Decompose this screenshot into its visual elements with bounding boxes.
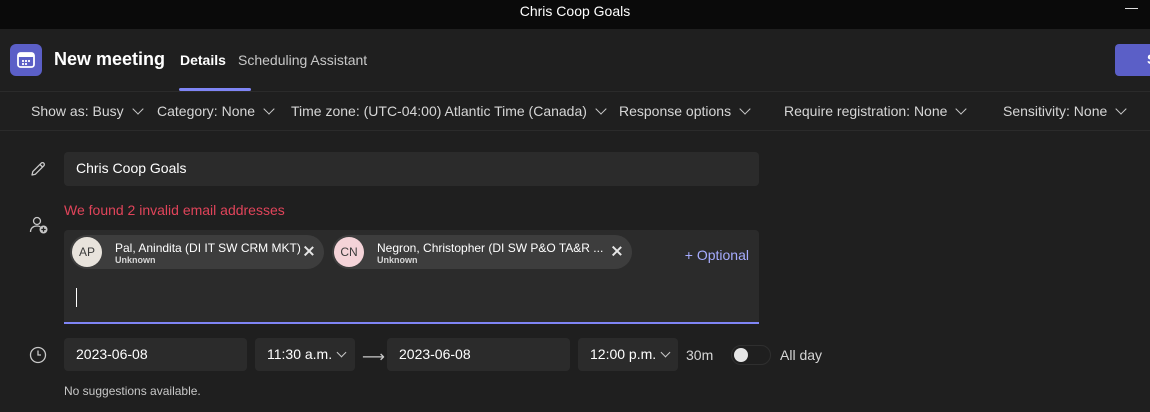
attendees-field[interactable]: AP Pal, Anindita (DI IT SW CRM MKT) Unkn… xyxy=(64,230,759,324)
time-zone-dropdown[interactable]: Time zone: (UTC-04:00) Atlantic Time (Ca… xyxy=(291,103,607,119)
start-time-value: 11:30 a.m. xyxy=(267,346,333,362)
add-person-icon xyxy=(28,214,50,241)
tab-scheduling-assistant[interactable]: Scheduling Assistant xyxy=(238,52,367,68)
chevron-down-icon xyxy=(660,347,671,358)
remove-icon[interactable] xyxy=(610,244,624,258)
meeting-header: New meeting Details Scheduling Assistant… xyxy=(0,29,1150,91)
start-time-picker[interactable]: 11:30 a.m. xyxy=(255,338,355,371)
attendee-chip[interactable]: AP Pal, Anindita (DI IT SW CRM MKT) Unkn… xyxy=(70,235,324,269)
toggle-knob xyxy=(734,348,748,362)
attendee-chip[interactable]: CN Negron, Christopher (DI SW P&O TA&R .… xyxy=(332,235,632,269)
chevron-down-icon xyxy=(336,347,347,358)
chevron-down-icon xyxy=(1115,103,1127,115)
all-day-label: All day xyxy=(780,347,823,363)
category-label: Category: None xyxy=(157,103,256,119)
chevron-down-icon xyxy=(263,103,275,115)
response-options-label: Response options xyxy=(619,103,732,119)
avatar: CN xyxy=(334,237,364,267)
remove-icon[interactable] xyxy=(302,244,316,258)
sensitivity-label: Sensitivity: None xyxy=(1003,103,1108,119)
window-title: Chris Coop Goals xyxy=(519,3,631,19)
suggestions-text: No suggestions available. xyxy=(64,384,201,398)
clock-icon xyxy=(28,345,48,370)
duration-text: 30m xyxy=(686,347,714,363)
attendee-name: Pal, Anindita (DI IT SW CRM MKT) xyxy=(115,241,301,255)
window-titlebar: Chris Coop Goals xyxy=(0,0,1150,29)
meeting-title-input[interactable]: Chris Coop Goals xyxy=(64,152,759,186)
all-day-toggle[interactable] xyxy=(731,345,771,365)
tab-details[interactable]: Details xyxy=(180,52,226,68)
end-time-picker[interactable]: 12:00 p.m. xyxy=(578,338,678,371)
send-button[interactable]: S xyxy=(1115,44,1150,76)
time-zone-label: Time zone: (UTC-04:00) Atlantic Time (Ca… xyxy=(291,103,587,119)
attendee-status: Unknown xyxy=(115,255,156,265)
page-title: New meeting xyxy=(54,49,166,69)
attendee-name: Negron, Christopher (DI SW P&O TA&R ... xyxy=(377,241,604,255)
response-options-dropdown[interactable]: Response options xyxy=(619,103,751,119)
pencil-icon xyxy=(28,159,48,184)
start-date-picker[interactable]: 2023-06-08 xyxy=(64,338,247,371)
invalid-email-error: We found 2 invalid email addresses xyxy=(64,202,285,218)
calendar-icon xyxy=(10,44,42,76)
show-as-dropdown[interactable]: Show as: Busy xyxy=(31,103,144,119)
end-time-value: 12:00 p.m. xyxy=(590,346,657,362)
require-registration-dropdown[interactable]: Require registration: None xyxy=(784,103,968,119)
require-registration-label: Require registration: None xyxy=(784,103,948,119)
category-dropdown[interactable]: Category: None xyxy=(157,103,275,119)
avatar: AP xyxy=(72,237,102,267)
arrow-right-icon: ⟶ xyxy=(362,349,385,366)
text-caret xyxy=(76,288,77,307)
meeting-options-bar: Show as: Busy Category: None Time zone: … xyxy=(0,91,1150,131)
chevron-down-icon xyxy=(131,103,144,115)
attendee-status: Unknown xyxy=(377,255,418,265)
add-optional-link[interactable]: + Optional xyxy=(685,247,749,263)
show-as-label: Show as: Busy xyxy=(31,103,124,119)
chevron-down-icon xyxy=(739,103,751,115)
end-date-picker[interactable]: 2023-06-08 xyxy=(387,338,570,371)
chevron-down-icon xyxy=(595,103,607,115)
chevron-down-icon xyxy=(955,103,968,115)
minimize-button[interactable] xyxy=(1125,8,1138,9)
sensitivity-dropdown[interactable]: Sensitivity: None xyxy=(1003,103,1127,119)
